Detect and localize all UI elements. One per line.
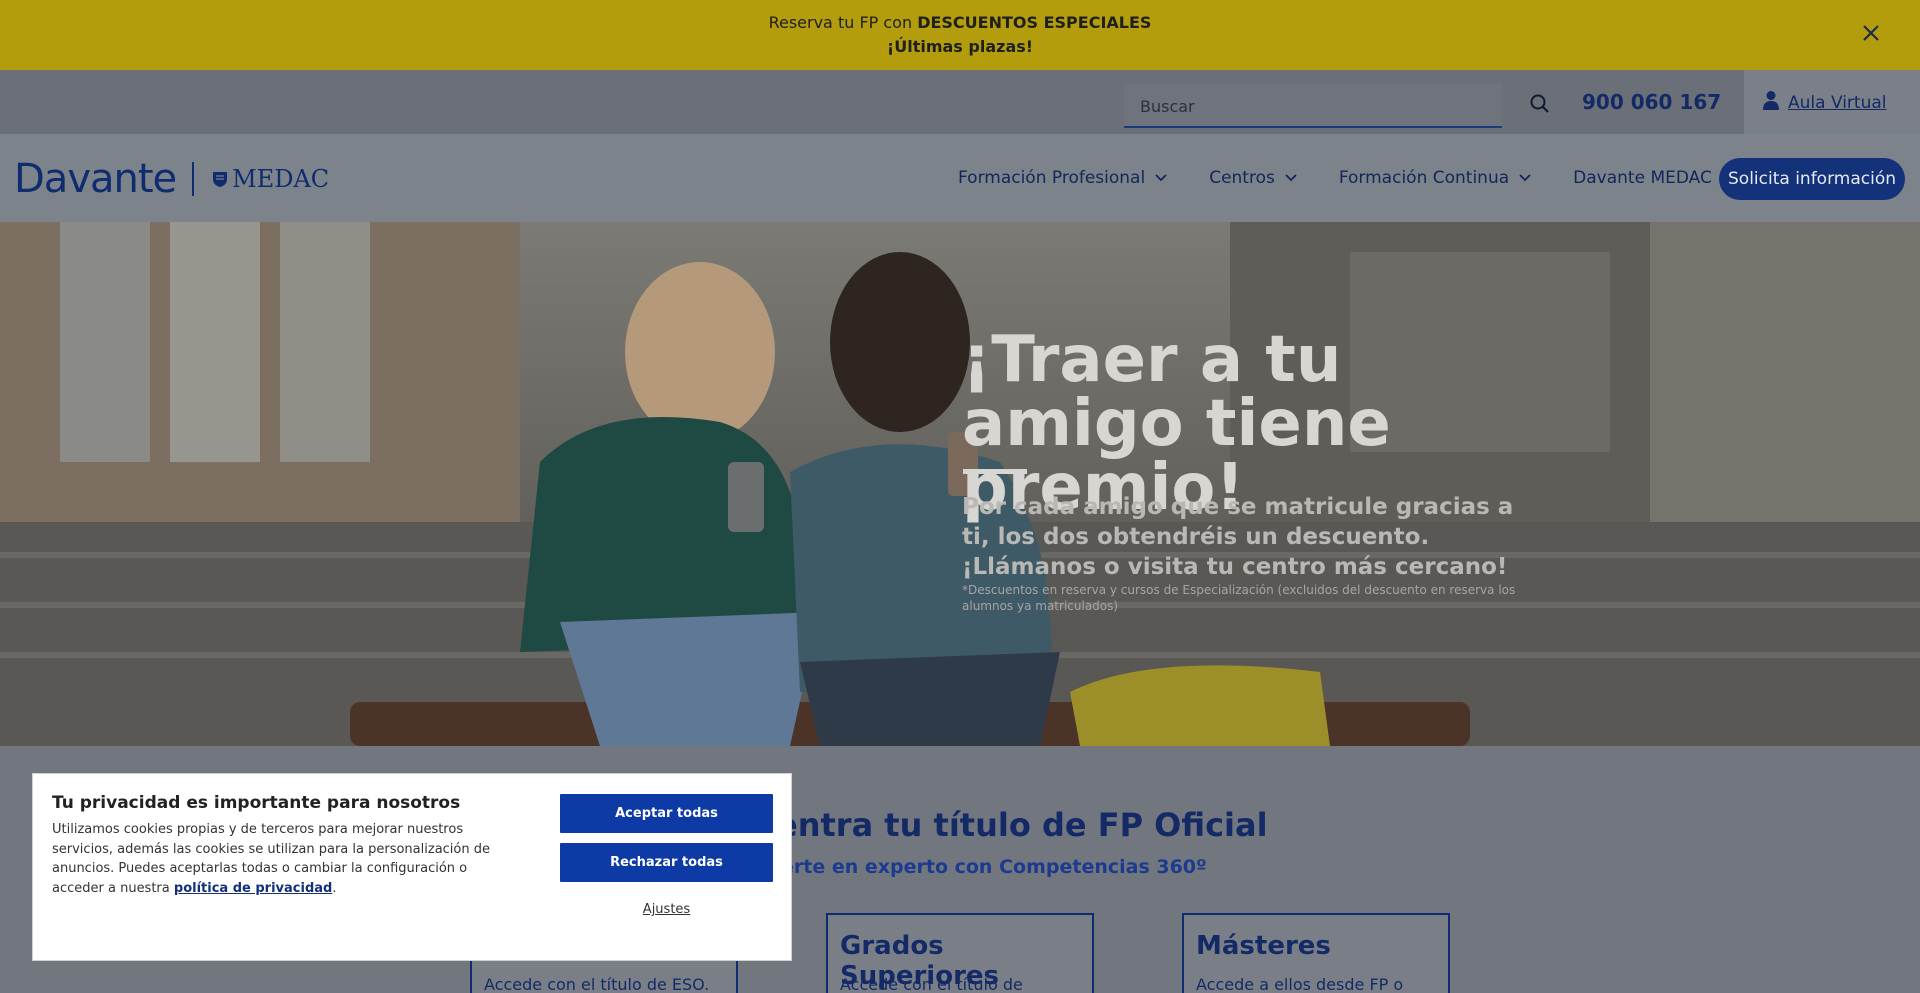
promo-line-1-bold: DESCUENTOS ESPECIALES: [917, 13, 1152, 32]
cookie-text-end: .: [332, 880, 337, 896]
program-card-title: Másteres: [1196, 931, 1331, 961]
nav-item-label: Formación Profesional: [958, 168, 1146, 188]
nav-item-centros[interactable]: Centros: [1209, 168, 1297, 188]
chevron-down-icon: [1285, 174, 1297, 182]
program-card-description: Accede con el título de ESO.: [484, 975, 710, 993]
logo-medac-text: MEDAC: [232, 165, 330, 193]
nav-item-label: Davante MEDAC: [1573, 168, 1712, 188]
search-field[interactable]: [1124, 84, 1502, 128]
nav-item-formacion-profesional[interactable]: Formación Profesional: [958, 168, 1167, 188]
aula-virtual-label: Aula Virtual: [1788, 92, 1887, 113]
hero-divider: [963, 469, 1027, 474]
main-navigation: Davante MEDAC Formación Profesional Cent…: [0, 134, 1920, 222]
logo[interactable]: Davante MEDAC: [14, 154, 329, 204]
close-icon[interactable]: [1860, 22, 1882, 44]
cookie-title: Tu privacidad es importante para nosotro…: [52, 793, 461, 813]
aula-virtual-link[interactable]: Aula Virtual: [1762, 90, 1887, 115]
shield-icon: [213, 172, 228, 187]
search-input[interactable]: [1140, 94, 1440, 118]
utility-bar: 900 060 167 Aula Virtual: [0, 70, 1920, 134]
hero-banner: ¡Traer a tu amigo tiene premio! Por cada…: [0, 222, 1920, 746]
chevron-down-icon: [1155, 174, 1167, 182]
hero-image: [0, 222, 1920, 746]
cookie-text: Utilizamos cookies propias y de terceros…: [52, 820, 512, 898]
cookie-settings-link[interactable]: Ajustes: [560, 902, 773, 917]
program-card-masteres[interactable]: Másteres Accede a ellos desde FP o: [1182, 913, 1450, 993]
hero-footnote: *Descuentos en reserva y cursos de Espec…: [962, 583, 1516, 613]
promo-line-1: Reserva tu FP con DESCUENTOS ESPECIALES: [0, 13, 1920, 32]
program-card-grados-superiores[interactable]: Grados Superiores Accede con el título d…: [826, 913, 1094, 993]
program-card-description: Accede con el título de: [840, 975, 1023, 993]
nav-item-label: Centros: [1209, 168, 1275, 188]
chevron-down-icon: [1519, 174, 1531, 182]
reject-all-button[interactable]: Rechazar todas: [560, 843, 773, 882]
accept-all-button[interactable]: Aceptar todas: [560, 794, 773, 833]
phone-number[interactable]: 900 060 167: [1582, 90, 1721, 114]
nav-menu: Formación Profesional Centros Formación …: [958, 168, 1776, 188]
promo-line-2: ¡Últimas plazas!: [886, 37, 1034, 56]
nav-item-formacion-continua[interactable]: Formación Continua: [1339, 168, 1531, 188]
nav-item-davante-medac[interactable]: Davante MEDAC: [1573, 168, 1734, 188]
aula-virtual-area: Aula Virtual: [1744, 70, 1920, 134]
promo-banner: Reserva tu FP con DESCUENTOS ESPECIALES …: [0, 0, 1920, 70]
search-icon[interactable]: [1528, 92, 1552, 116]
logo-medac: MEDAC: [212, 165, 329, 193]
section-subtitle: érte en experto con Competencias 360º: [781, 856, 1207, 878]
request-info-button[interactable]: Solicita información: [1719, 158, 1905, 200]
nav-item-label: Formación Continua: [1338, 168, 1510, 188]
section-title: entra tu título de FP Oficial: [776, 806, 1268, 844]
logo-davante: Davante: [14, 156, 177, 202]
program-card-description: Accede a ellos desde FP o: [1196, 975, 1404, 993]
privacy-policy-link[interactable]: política de privacidad: [174, 881, 332, 896]
cookie-consent-dialog: Tu privacidad es importante para nosotro…: [32, 773, 792, 961]
promo-line-1-text: Reserva tu FP con: [768, 13, 918, 32]
hero-description: Por cada amigo que se matricule gracias …: [962, 494, 1514, 580]
logo-separator: [192, 162, 195, 196]
user-icon: [1762, 90, 1780, 115]
